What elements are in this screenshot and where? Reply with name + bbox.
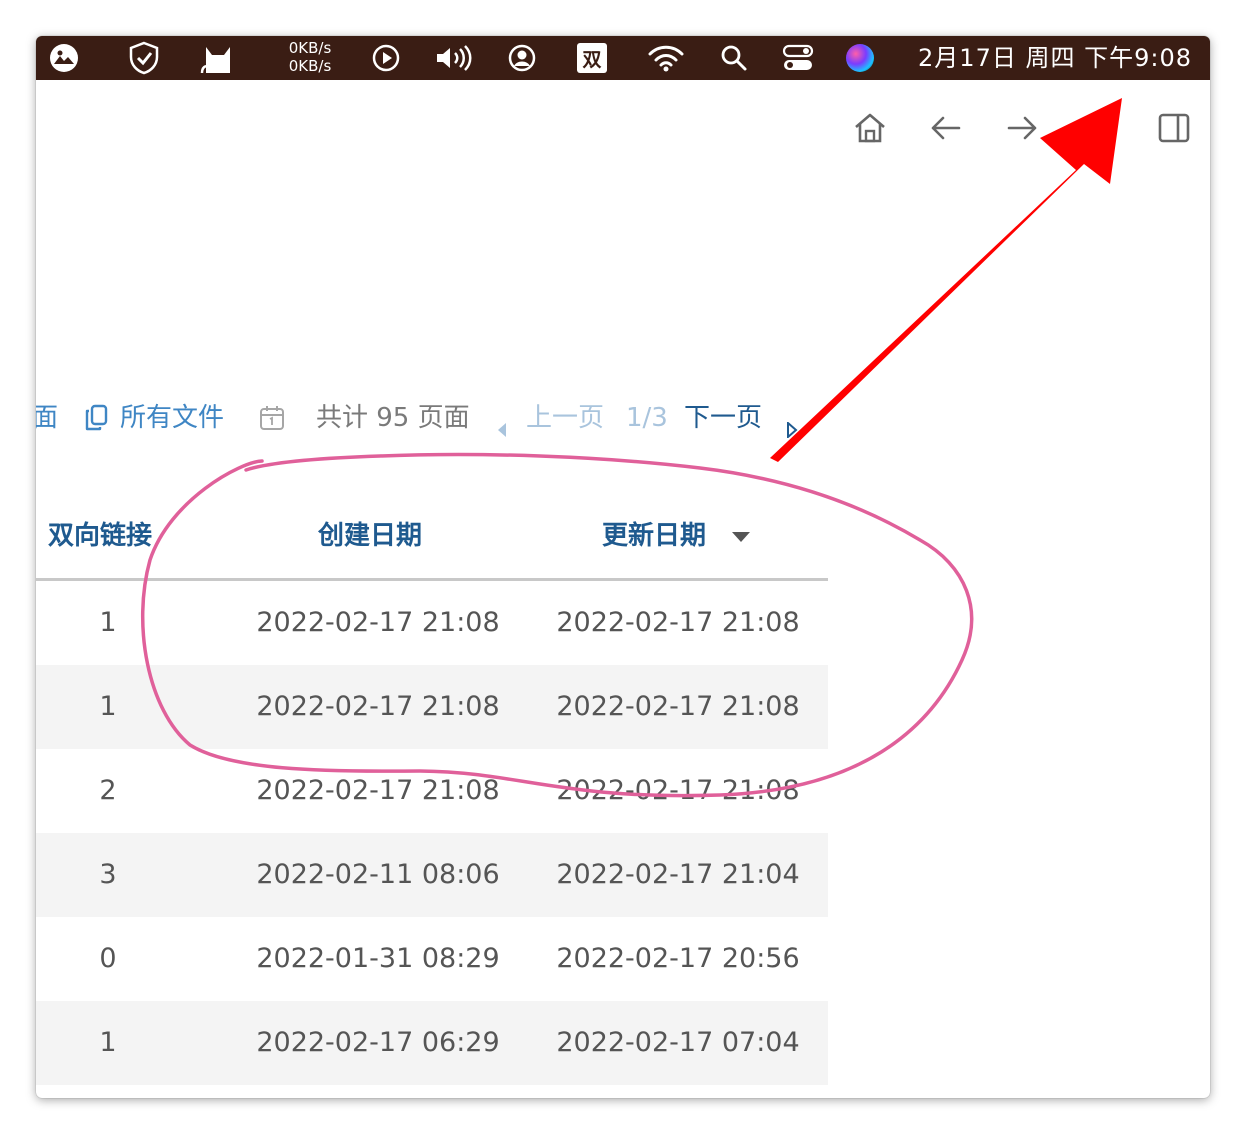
cell-links: 1 — [99, 1027, 117, 1058]
next-chevron-icon[interactable] — [786, 410, 798, 440]
cell-links: 2 — [99, 775, 117, 806]
total-pages-label: 共计 95 页面 — [316, 403, 470, 433]
next-page-button[interactable]: 下一页 — [684, 398, 762, 438]
back-arrow-icon — [929, 113, 963, 147]
volume-icon[interactable] — [434, 36, 474, 80]
wifi-icon[interactable] — [646, 36, 686, 80]
cell-links: 0 — [99, 943, 117, 974]
cell-updated: 2022-02-17 21:08 — [556, 607, 800, 638]
table-row[interactable]: 1 2022-02-17 21:08 2022-02-17 21:08 — [36, 581, 828, 665]
cell-created: 2022-02-17 21:08 — [256, 607, 500, 638]
calendar-icon[interactable] — [258, 404, 286, 432]
network-speed[interactable]: 0KB/s 0KB/s — [280, 39, 340, 75]
cell-updated: 2022-02-17 20:56 — [556, 943, 800, 974]
cell-links: 3 — [99, 859, 117, 890]
pager-bar: 面 所有文件 共计 95 页面 上一页 1/3 下一页 — [36, 398, 1036, 440]
table-row[interactable]: 3 2022-02-11 08:06 2022-02-17 21:04 — [36, 833, 828, 917]
all-files-link[interactable]: 所有文件 — [120, 398, 224, 438]
forward-arrow-icon — [1005, 113, 1039, 147]
control-center-icon[interactable] — [780, 36, 816, 80]
copy-files-icon — [84, 404, 108, 432]
table-row[interactable]: 2 2022-02-17 21:08 2022-02-17 21:08 — [36, 749, 828, 833]
menu-bar-clock[interactable]: 2月17日 周四 下午9:08 — [918, 36, 1192, 80]
cell-created: 2022-02-11 08:06 — [256, 859, 500, 890]
table-header: 双向链接 创建日期 更新日期 — [36, 494, 828, 581]
pages-table: 双向链接 创建日期 更新日期 1 2022-02-17 21:08 2022-0… — [36, 494, 828, 1085]
prev-page-button[interactable]: 上一页 — [526, 398, 604, 438]
cell-created: 2022-02-17 21:08 — [256, 691, 500, 722]
app-window: 0KB/s 0KB/s 双 2月17日 周四 下午9:08 面 所有文件 共计 … — [36, 36, 1210, 1098]
cat-icon[interactable] — [198, 36, 238, 80]
column-header-created[interactable]: 创建日期 — [318, 494, 422, 578]
sidebar-toggle-icon — [1157, 112, 1191, 148]
table-row[interactable]: 1 2022-02-17 21:08 2022-02-17 21:08 — [36, 665, 828, 749]
siri-icon[interactable] — [844, 36, 876, 80]
forward-button[interactable] — [1002, 110, 1042, 150]
home-button[interactable] — [850, 110, 890, 150]
cell-updated: 2022-02-17 07:04 — [556, 1027, 800, 1058]
cell-updated: 2022-02-17 21:08 — [556, 775, 800, 806]
cell-updated: 2022-02-17 21:08 — [556, 691, 800, 722]
photo-widget-icon[interactable] — [48, 36, 80, 80]
column-header-updated[interactable]: 更新日期 — [602, 494, 706, 578]
cell-created: 2022-02-17 21:08 — [256, 775, 500, 806]
shield-check-icon[interactable] — [126, 36, 162, 80]
play-circle-icon[interactable] — [370, 36, 402, 80]
search-icon[interactable] — [718, 36, 750, 80]
prev-chevron-icon[interactable] — [496, 410, 508, 437]
table-row[interactable]: 1 2022-02-17 06:29 2022-02-17 07:04 — [36, 1001, 828, 1085]
table-row[interactable]: 0 2022-01-31 08:29 2022-02-17 20:56 — [36, 917, 828, 1001]
menu-bar: 0KB/s 0KB/s 双 2月17日 周四 下午9:08 — [36, 36, 1210, 80]
sidebar-toggle-button[interactable] — [1154, 110, 1194, 150]
input-method-icon[interactable]: 双 — [576, 36, 608, 80]
cell-updated: 2022-02-17 21:04 — [556, 859, 800, 890]
back-button[interactable] — [926, 110, 966, 150]
input-method-label: 双 — [577, 43, 607, 73]
cell-links: 1 — [99, 691, 117, 722]
sort-descending-icon[interactable] — [732, 532, 750, 542]
user-circle-icon[interactable] — [506, 36, 538, 80]
net-down-label: 0KB/s — [288, 57, 332, 75]
cell-created: 2022-01-31 08:29 — [256, 943, 500, 974]
net-up-label: 0KB/s — [288, 39, 332, 57]
home-icon — [852, 110, 888, 150]
cell-links: 1 — [99, 607, 117, 638]
column-header-links[interactable]: 双向链接 — [48, 494, 152, 578]
partial-tab-label[interactable]: 面 — [36, 398, 58, 438]
page-indicator: 1/3 — [626, 403, 668, 433]
cell-created: 2022-02-17 06:29 — [256, 1027, 500, 1058]
